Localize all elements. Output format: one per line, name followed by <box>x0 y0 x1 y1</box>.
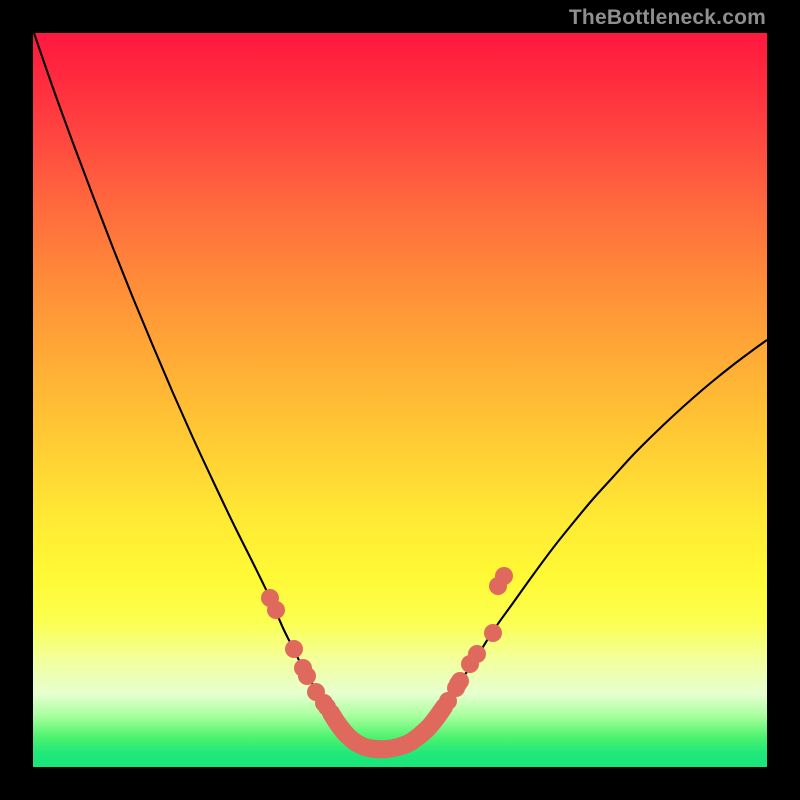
marker-dot <box>318 698 336 716</box>
chart-overlay <box>33 33 767 767</box>
marker-dot <box>468 645 486 663</box>
marker-dot <box>495 567 513 585</box>
highlighted-points <box>261 567 513 716</box>
marker-dot <box>484 624 502 642</box>
marker-dot <box>285 640 303 658</box>
optimal-band <box>331 707 444 749</box>
marker-dot <box>267 601 285 619</box>
watermark-text: TheBottleneck.com <box>569 6 766 30</box>
marker-dot <box>449 675 467 693</box>
chart-frame: TheBottleneck.com <box>0 0 800 800</box>
bottleneck-curve <box>34 33 767 751</box>
marker-dot <box>298 667 316 685</box>
